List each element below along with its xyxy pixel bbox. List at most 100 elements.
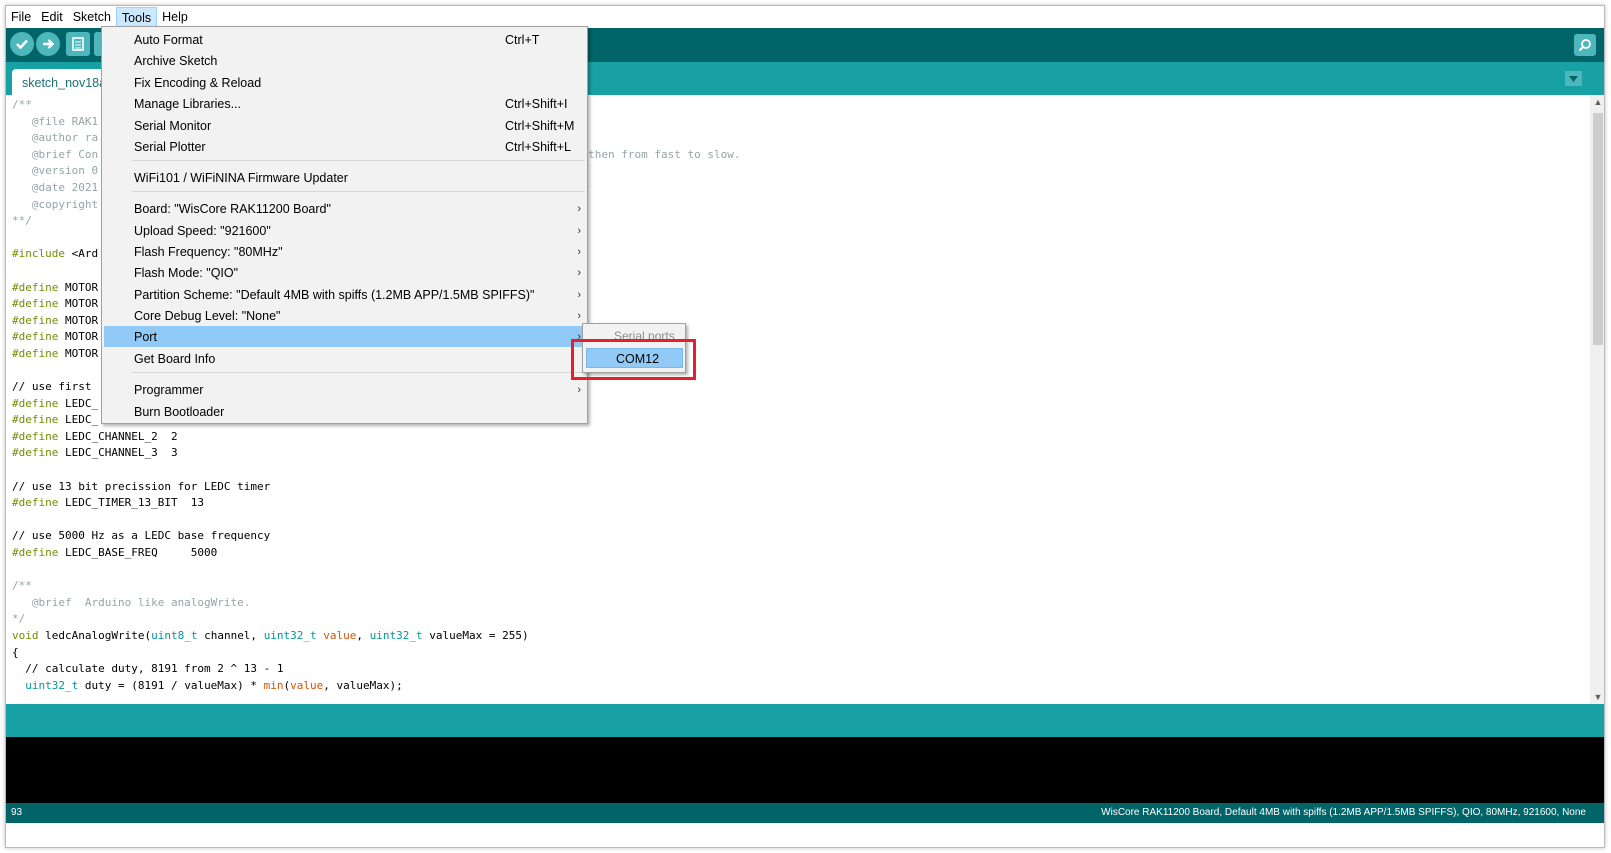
tools-menu-item-upload-speed[interactable]: Upload Speed: "921600" › <box>104 220 585 241</box>
code-token: LEDC_TIMER_13_BIT 13 <box>58 496 205 510</box>
tools-menu-item-auto-format[interactable]: Auto Format Ctrl+T <box>104 29 585 50</box>
serial-monitor-button[interactable] <box>1574 34 1596 56</box>
code-token: @file RAK1 <box>12 114 99 128</box>
code-token: ledcAnalogWrite( <box>38 629 152 642</box>
menu-edit[interactable]: Edit <box>36 7 68 27</box>
code-line: // calculate duty, 8191 from 2 ^ 13 - 1 <box>12 661 740 678</box>
code-token: **/ <box>12 214 32 228</box>
code-token: @copyright <box>12 197 99 211</box>
code-token: , <box>356 629 370 642</box>
menu-item-label: Archive Sketch <box>134 53 218 68</box>
tab-sketch[interactable]: sketch_nov18a <box>12 69 108 95</box>
menu-item-shortcut: Ctrl+Shift+M <box>505 118 575 133</box>
code-token: @brief Arduino like analogWrite. <box>12 595 251 609</box>
chevron-right-icon: › <box>577 224 581 237</box>
tab-menu-button[interactable] <box>1565 71 1582 86</box>
code-token: #define <box>12 346 59 360</box>
menu-item-shortcut: Ctrl+Shift+L <box>505 139 572 154</box>
code-token: /** <box>12 98 32 111</box>
board-info: WisCore RAK11200 Board, Default 4MB with… <box>1101 807 1586 818</box>
tools-menu-item-fix-encoding-reload[interactable]: Fix Encoding & Reload <box>104 72 585 93</box>
menu-item-label: Fix Encoding & Reload <box>134 75 262 90</box>
chevron-down-icon <box>1569 75 1578 82</box>
code-token: // use 13 bit precission for LEDC timer <box>12 479 271 493</box>
scrollbar-thumb[interactable] <box>1593 113 1603 345</box>
code-line: uint32_t duty = (8191 / valueMax) * min(… <box>12 678 740 695</box>
code-token: MOTOR <box>58 330 99 344</box>
tools-menu-item-flash-mode[interactable]: Flash Mode: "QIO" › <box>104 262 585 283</box>
code-token: */ <box>12 612 26 626</box>
code-token: LEDC_ <box>58 396 99 410</box>
code-token: #define <box>12 429 59 443</box>
code-token: #define <box>12 496 59 510</box>
scroll-down-icon[interactable]: ▼ <box>1590 690 1604 704</box>
code-token: // use 5000 Hz as a LEDC base frequency <box>12 529 271 543</box>
menu-tools[interactable]: Tools <box>115 7 158 27</box>
chevron-right-icon: › <box>577 245 581 258</box>
tools-menu-item-serial-monitor[interactable]: Serial Monitor Ctrl+Shift+M <box>104 115 585 136</box>
menu-bar: File Edit Sketch Tools Help <box>6 6 1604 28</box>
tools-menu-item-partition-scheme[interactable]: Partition Scheme: "Default 4MB with spif… <box>104 284 585 305</box>
code-token: #define <box>12 280 59 294</box>
menu-item-label: Serial Monitor <box>134 118 212 133</box>
code-token: LEDC_CHANNEL_3 3 <box>58 446 178 460</box>
code-token: LEDC_BASE_FREQ 5000 <box>58 546 218 560</box>
code-token: #define <box>12 330 59 344</box>
tools-menu-item-programmer[interactable]: Programmer › <box>104 379 585 400</box>
menu-item-label: Serial Plotter <box>134 139 206 154</box>
tools-menu-item-board[interactable]: Board: "WisCore RAK11200 Board" › <box>104 198 585 219</box>
code-token: #define <box>12 413 59 427</box>
highlight-annotation <box>571 339 696 380</box>
code-token: value <box>316 629 357 642</box>
upload-button[interactable] <box>36 32 60 56</box>
code-token: // calculate duty, 8191 from 2 ^ 13 - 1 <box>12 662 284 676</box>
code-token: LEDC_ <box>58 413 99 427</box>
code-token: #define <box>12 297 59 311</box>
menu-item-label: Burn Bootloader <box>134 404 225 419</box>
tools-menu-item-core-debug-level[interactable]: Core Debug Level: "None" › <box>104 305 585 326</box>
tools-menu-item-wifi101-wifinina-firmware-updater[interactable]: WiFi101 / WiFiNINA Firmware Updater <box>104 167 585 188</box>
tools-menu-item-serial-plotter[interactable]: Serial Plotter Ctrl+Shift+L <box>104 136 585 157</box>
code-token: #define <box>12 546 59 560</box>
tools-menu-item-archive-sketch[interactable]: Archive Sketch <box>104 50 585 71</box>
tools-menu-item-manage-libraries[interactable]: Manage Libraries... Ctrl+Shift+I <box>104 93 585 114</box>
tools-menu-item-get-board-info[interactable]: Get Board Info <box>104 348 585 369</box>
code-line: { <box>12 645 740 662</box>
code-token: { <box>12 645 19 659</box>
chevron-right-icon: › <box>577 266 581 279</box>
new-button[interactable] <box>66 32 90 56</box>
code-line: #define LEDC_BASE_FREQ 5000 <box>12 545 740 562</box>
menu-file[interactable]: File <box>6 7 36 27</box>
menu-help[interactable]: Help <box>157 7 193 27</box>
menu-item-shortcut: Ctrl+T <box>505 32 540 47</box>
menu-sketch[interactable]: Sketch <box>68 7 116 27</box>
menu-item-label: Flash Mode: "QIO" <box>134 265 239 280</box>
code-token: MOTOR <box>58 313 99 327</box>
message-bar <box>6 704 1604 737</box>
code-token: @version 0 <box>12 164 99 178</box>
code-token: uint32_t <box>369 629 423 642</box>
tools-menu-item-port[interactable]: Port › <box>104 326 585 347</box>
menu-item-label: Upload Speed: "921600" <box>134 223 271 238</box>
verify-button[interactable] <box>10 32 34 56</box>
scroll-up-icon[interactable]: ▲ <box>1590 95 1604 109</box>
code-token: LEDC_CHANNEL_2 2 <box>58 429 178 443</box>
code-token: MOTOR <box>58 297 99 311</box>
new-icon <box>72 37 84 51</box>
window-bottom <box>6 823 1604 847</box>
editor-scrollbar[interactable]: ▲ ▼ <box>1590 95 1604 704</box>
code-line: #define LEDC_CHANNEL_2 2 <box>12 429 740 446</box>
code-line: @brief Arduino like analogWrite. <box>12 595 740 612</box>
chevron-right-icon: › <box>577 309 581 322</box>
code-token: #define <box>12 446 59 460</box>
upload-icon <box>43 39 55 49</box>
menu-item-label: Get Board Info <box>134 351 216 366</box>
menu-item-shortcut: Ctrl+Shift+I <box>505 96 568 111</box>
tools-menu-item-flash-frequency[interactable]: Flash Frequency: "80MHz" › <box>104 241 585 262</box>
tools-menu-item-burn-bootloader[interactable]: Burn Bootloader <box>104 401 585 422</box>
code-token: duty = (8191 / valueMax) * <box>78 678 264 692</box>
status-footer: 93 WisCore RAK11200 Board, Default 4MB w… <box>6 803 1604 823</box>
chevron-right-icon: › <box>577 288 581 301</box>
